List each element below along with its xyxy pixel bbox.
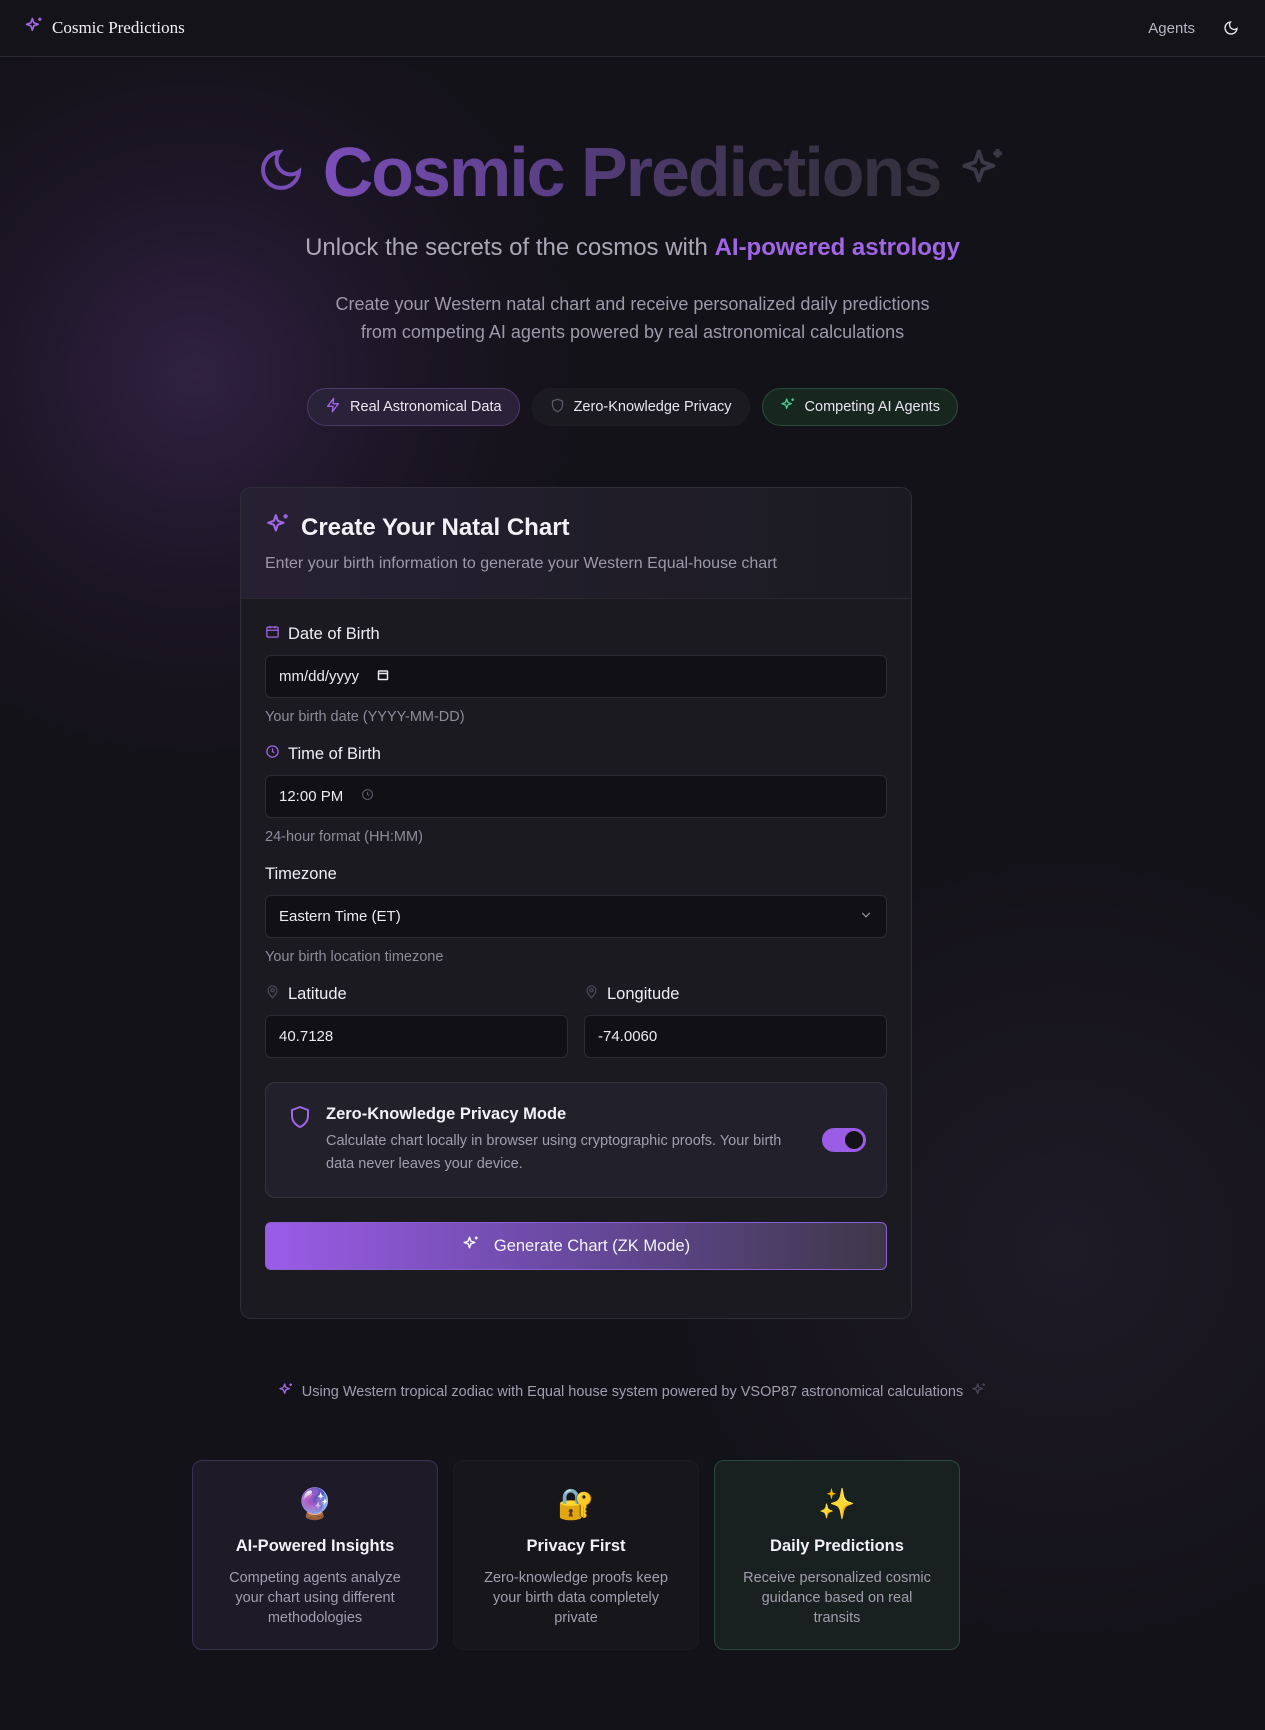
pill-label: Competing AI Agents bbox=[804, 399, 940, 415]
brand-link[interactable]: Cosmic Predictions bbox=[24, 16, 185, 41]
agents-link[interactable]: Agents bbox=[1148, 20, 1195, 37]
brand-name: Cosmic Predictions bbox=[52, 18, 185, 37]
calendar-icon bbox=[265, 624, 280, 644]
latitude-input[interactable]: 40.7128 bbox=[265, 1015, 568, 1058]
footnote-text: Using Western tropical zodiac with Equal… bbox=[301, 1384, 964, 1400]
dob-label: Date of Birth bbox=[288, 624, 380, 643]
hero-title: Cosmic Predictions bbox=[322, 133, 943, 211]
pill-real-data: Real Astronomical Data bbox=[307, 388, 520, 426]
natal-chart-form-card: Create Your Natal Chart Enter your birth… bbox=[240, 487, 912, 1319]
crystal-ball-icon: 🔮 bbox=[296, 1487, 334, 1522]
tob-input[interactable]: 12:00 PM bbox=[265, 775, 887, 818]
sparkles-icon bbox=[971, 1382, 987, 1402]
pill-label: Zero-Knowledge Privacy bbox=[573, 399, 732, 415]
clock-icon bbox=[265, 744, 280, 764]
feature-description: Zero-knowledge proofs keep your birth da… bbox=[484, 1570, 668, 1626]
feature-description: Receive personalized cosmic guidance bas… bbox=[743, 1570, 931, 1626]
feature-title: Daily Predictions bbox=[770, 1537, 904, 1555]
pill-label: Real Astronomical Data bbox=[350, 399, 502, 415]
hero-description-line: Create your Western natal chart and rece… bbox=[335, 294, 930, 314]
feature-card-daily-predictions: ✨ Daily Predictions Receive personalized… bbox=[714, 1460, 960, 1650]
clock-picker-icon[interactable] bbox=[361, 788, 374, 805]
hero-description: Create your Western natal chart and rece… bbox=[293, 290, 973, 346]
dob-help: Your birth date (YYYY-MM-DD) bbox=[265, 709, 465, 725]
feature-title: Privacy First bbox=[526, 1537, 626, 1555]
dob-field: Date of Birth mm/dd/yyyy Your birth date… bbox=[265, 623, 887, 725]
moon-icon bbox=[257, 146, 305, 199]
feature-cards: 🔮 AI-Powered Insights Competing agents a… bbox=[192, 1460, 960, 1650]
hero-subtitle: Unlock the secrets of the cosmos with AI… bbox=[0, 234, 1265, 262]
shield-icon bbox=[550, 398, 565, 417]
tob-input-value: 12:00 PM bbox=[279, 788, 344, 805]
calendar-picker-icon[interactable] bbox=[377, 668, 389, 685]
latitude-label: Latitude bbox=[288, 984, 347, 1003]
hero-subtitle-prefix: Unlock the secrets of the cosmos with bbox=[305, 234, 715, 261]
map-pin-icon bbox=[265, 984, 280, 1004]
zk-mode-toggle[interactable] bbox=[822, 1128, 866, 1152]
pill-zk-privacy: Zero-Knowledge Privacy bbox=[531, 388, 750, 426]
lightning-icon bbox=[325, 397, 341, 417]
dob-input-value: mm/dd/yyyy bbox=[279, 668, 360, 685]
card-description: Enter your birth information to generate… bbox=[265, 555, 777, 572]
longitude-label: Longitude bbox=[607, 984, 680, 1003]
timezone-select-value: Eastern Time (ET) bbox=[279, 908, 401, 925]
timezone-help: Your birth location timezone bbox=[265, 949, 444, 965]
tob-field: Time of Birth 12:00 PM 24-hour format (H… bbox=[265, 743, 887, 845]
hero-subtitle-accent: AI-powered astrology bbox=[714, 234, 960, 261]
card-title: Create Your Natal Chart bbox=[301, 513, 570, 541]
sparkles-icon bbox=[278, 1382, 294, 1402]
toggle-knob bbox=[845, 1131, 863, 1149]
hero-section: Cosmic Predictions Unlock the secrets of… bbox=[0, 120, 1265, 426]
sparkles-icon bbox=[24, 16, 44, 41]
zk-description: Calculate chart locally in browser using… bbox=[326, 1132, 782, 1172]
timezone-label: Timezone bbox=[265, 864, 337, 883]
generate-chart-button[interactable]: Generate Chart (ZK Mode) bbox=[265, 1222, 887, 1270]
longitude-field: Longitude -74.0060 bbox=[584, 983, 887, 1058]
sparkles-icon bbox=[780, 397, 796, 417]
chevron-down-icon bbox=[859, 908, 873, 926]
feature-card-ai-insights: 🔮 AI-Powered Insights Competing agents a… bbox=[192, 1460, 438, 1650]
longitude-input[interactable]: -74.0060 bbox=[584, 1015, 887, 1058]
feature-description: Competing agents analyze your chart usin… bbox=[229, 1570, 401, 1626]
dob-input[interactable]: mm/dd/yyyy bbox=[265, 655, 887, 698]
latitude-input-value: 40.7128 bbox=[279, 1028, 334, 1045]
latitude-field: Latitude 40.7128 bbox=[265, 983, 568, 1058]
tob-label: Time of Birth bbox=[288, 744, 381, 763]
feature-card-privacy: 🔐 Privacy First Zero-knowledge proofs ke… bbox=[453, 1460, 699, 1650]
tob-help: 24-hour format (HH:MM) bbox=[265, 829, 423, 845]
sparkles-icon bbox=[462, 1235, 480, 1258]
sparkles-emoji-icon: ✨ bbox=[818, 1487, 856, 1522]
pill-competing-agents: Competing AI Agents bbox=[761, 388, 958, 426]
methodology-footnote: Using Western tropical zodiac with Equal… bbox=[0, 1382, 1265, 1402]
timezone-field: Timezone Eastern Time (ET) Your birth lo… bbox=[265, 863, 887, 965]
map-pin-icon bbox=[584, 984, 599, 1004]
generate-chart-label: Generate Chart (ZK Mode) bbox=[493, 1236, 691, 1255]
timezone-select[interactable]: Eastern Time (ET) bbox=[265, 895, 887, 938]
zk-privacy-panel: Zero-Knowledge Privacy Mode Calculate ch… bbox=[265, 1082, 887, 1198]
hero-description-line: from competing AI agents powered by real… bbox=[360, 322, 905, 342]
longitude-input-value: -74.0060 bbox=[598, 1028, 658, 1045]
card-header: Create Your Natal Chart Enter your birth… bbox=[241, 488, 911, 599]
top-nav: Cosmic Predictions Agents bbox=[0, 0, 1265, 57]
shield-icon bbox=[288, 1105, 312, 1134]
feature-title: AI-Powered Insights bbox=[235, 1537, 395, 1555]
sparkles-icon bbox=[958, 145, 1008, 200]
theme-toggle-moon-icon[interactable] bbox=[1221, 18, 1241, 38]
zk-title: Zero-Knowledge Privacy Mode bbox=[326, 1104, 567, 1123]
feature-pills: Real Astronomical Data Zero-Knowledge Pr… bbox=[0, 388, 1265, 426]
sparkles-icon bbox=[265, 512, 291, 543]
lock-with-key-icon: 🔐 bbox=[557, 1487, 595, 1522]
